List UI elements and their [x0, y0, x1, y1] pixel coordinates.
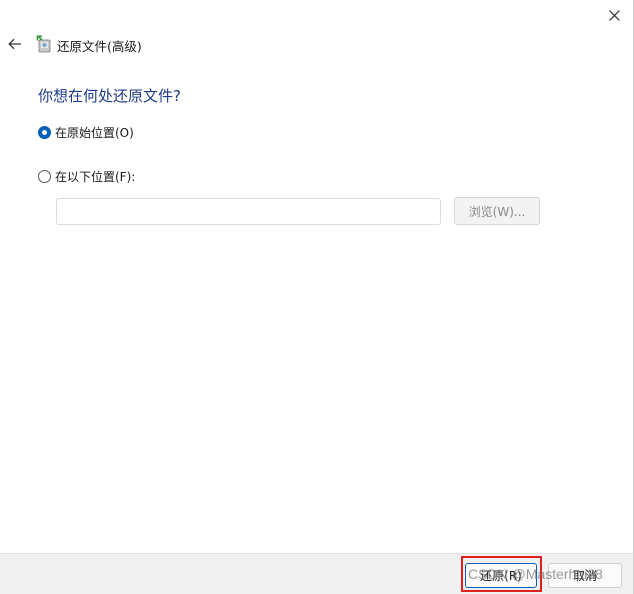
- browse-button[interactable]: 浏览(W)...: [454, 197, 540, 225]
- close-icon: [608, 9, 620, 21]
- close-button[interactable]: [599, 2, 629, 28]
- dialog-footer: [0, 553, 633, 594]
- window-title: 还原文件(高级): [57, 39, 142, 54]
- restore-files-dialog: 还原文件(高级) 你想在何处还原文件? 在原始位置(O) 在以下位置(F): 浏…: [0, 0, 634, 594]
- page-heading: 你想在何处还原文件?: [38, 87, 181, 105]
- file-history-icon: [36, 35, 51, 53]
- radio-original-location[interactable]: 在原始位置(O): [38, 124, 134, 141]
- radio-checked-icon[interactable]: [38, 126, 51, 139]
- restore-button[interactable]: 还原(R): [465, 563, 537, 588]
- radio-custom-location-label: 在以下位置(F):: [55, 170, 136, 184]
- radio-original-location-label: 在原始位置(O): [55, 126, 134, 140]
- navigation-bar: 还原文件(高级): [0, 32, 633, 58]
- location-path-input[interactable]: [56, 198, 441, 225]
- back-arrow-icon: [8, 38, 21, 50]
- back-button[interactable]: [4, 32, 26, 56]
- radio-custom-location[interactable]: 在以下位置(F):: [38, 168, 135, 185]
- cancel-button[interactable]: 取消: [548, 563, 622, 588]
- radio-unchecked-icon[interactable]: [38, 170, 51, 183]
